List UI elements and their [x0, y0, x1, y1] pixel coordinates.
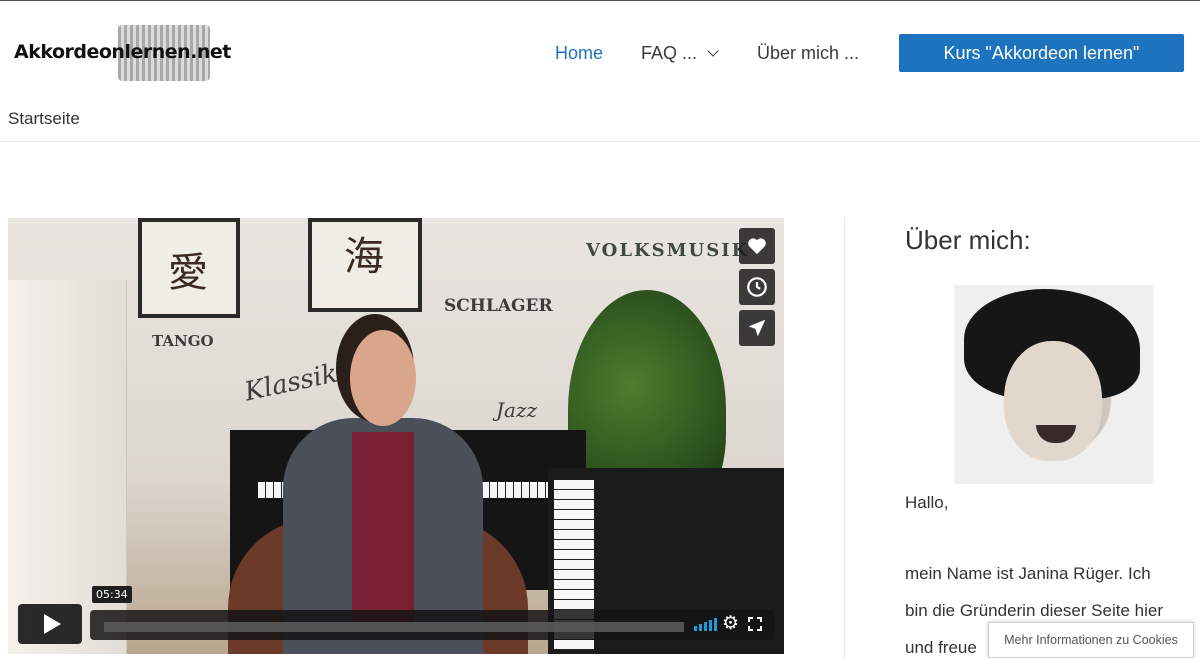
chevron-down-icon	[707, 44, 719, 57]
author-portrait	[954, 285, 1153, 484]
site-logo[interactable]: Akkordeonlernen.net	[14, 25, 231, 83]
kurs-cta-button[interactable]: Kurs "Akkordeon lernen"	[899, 34, 1184, 72]
sidebar-paragraph-line-2: bin die Gründerin dieser Seite hier	[905, 601, 1163, 620]
kanji-frame-left: 愛	[138, 218, 240, 318]
portrait-face	[1004, 341, 1102, 461]
gear-icon[interactable]: ⚙	[722, 614, 739, 633]
sidebar-divider	[844, 218, 845, 658]
sidebar-paragraph-line-3: und freue	[905, 638, 977, 657]
wall-word-volksmusik: VOLKSMUSIK	[586, 240, 750, 261]
wall-word-tango: TANGO	[152, 332, 214, 350]
send-icon	[748, 319, 766, 337]
logo-text: Akkordeonlernen.net	[14, 41, 231, 63]
breadcrumb[interactable]: Startseite	[8, 109, 80, 129]
play-icon	[43, 614, 61, 634]
sidebar-paragraph-line-1: mein Name ist Janina Rüger. Ich	[905, 564, 1151, 583]
nav-item-home[interactable]: Home	[555, 43, 603, 64]
fullscreen-icon[interactable]	[748, 617, 762, 631]
wall-word-schlager: SCHLAGER	[444, 296, 553, 316]
heart-icon	[748, 238, 766, 255]
nav-item-ueber-mich[interactable]: Über mich ...	[757, 43, 859, 64]
timecode: 05:34	[92, 586, 132, 603]
share-button[interactable]	[739, 310, 775, 346]
site-header: Akkordeonlernen.net Home FAQ ... Über mi…	[0, 1, 1200, 101]
volume-icon[interactable]	[694, 617, 717, 631]
presenter-head	[350, 330, 416, 426]
clock-icon	[747, 277, 767, 297]
video-controls: ⚙ 05:34	[18, 586, 774, 644]
sidebar-greeting: Hallo,	[905, 493, 949, 512]
kanji-frame-right: 海	[308, 218, 422, 312]
wall-word-jazz: Jazz	[496, 398, 538, 422]
like-button[interactable]	[739, 228, 775, 264]
control-bar: ⚙	[90, 610, 774, 640]
video-player[interactable]: 愛 海 VOLKSMUSIK SCHLAGER TANGO Klassik Ja…	[8, 218, 784, 654]
wall-word-klassik: Klassik	[241, 358, 341, 408]
nav-item-faq-label: FAQ ...	[641, 43, 698, 63]
nav-item-faq[interactable]: FAQ ...	[641, 43, 719, 64]
cookie-info-link[interactable]: Mehr Informationen zu Cookies	[988, 622, 1194, 658]
header-divider	[0, 141, 1200, 142]
presenter-shirt	[352, 432, 414, 622]
progress-bar[interactable]	[104, 622, 684, 632]
kanji-love: 愛	[168, 250, 208, 296]
main-nav: Home FAQ ... Über mich ...	[555, 43, 859, 64]
sidebar-title: Über mich:	[905, 225, 1031, 255]
kanji-sea: 海	[344, 234, 384, 280]
watch-later-button[interactable]	[739, 269, 775, 305]
play-button[interactable]	[18, 604, 82, 644]
